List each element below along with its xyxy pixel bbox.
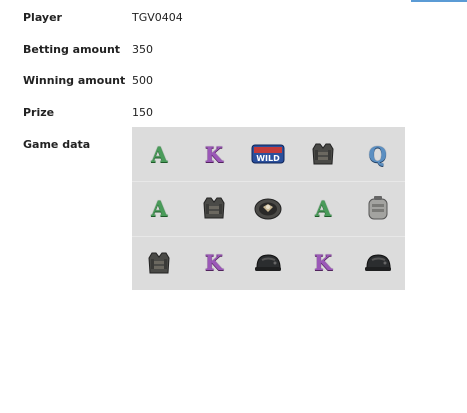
bag-icon: [350, 181, 405, 235]
vest-icon: [132, 236, 187, 290]
svg-text:WILD: WILD: [257, 154, 281, 163]
wild-icon: WILD: [241, 127, 296, 181]
field-label: Prize: [23, 106, 55, 119]
symbol-q: Q: [350, 127, 405, 181]
field-label: Betting amount: [23, 43, 121, 56]
game-data-grid: A K WILD Q A A K K: [132, 127, 405, 290]
field-label: Player: [23, 11, 62, 24]
symbol-letter: A: [314, 195, 332, 221]
pan-icon: [241, 181, 296, 235]
field-value: 350: [132, 43, 153, 56]
field-label: Game data: [23, 138, 91, 151]
symbol-k: K: [187, 236, 242, 290]
symbol-letter: K: [204, 250, 224, 276]
helmet-icon: [350, 236, 405, 290]
field-value: 150: [132, 106, 153, 119]
symbol-letter: A: [151, 141, 168, 167]
symbol-letter: A: [151, 195, 168, 221]
field-value: TGV0404: [132, 11, 183, 24]
symbol-letter: K: [313, 250, 333, 276]
symbol-a: A: [132, 127, 187, 181]
symbol-k: K: [296, 236, 351, 290]
vest-icon: [187, 181, 242, 235]
symbol-a: A: [296, 181, 351, 235]
symbol-a: A: [132, 181, 187, 235]
vest-icon: [296, 127, 351, 181]
field-value: 500: [132, 74, 153, 87]
top-accent-bar: [411, 0, 467, 2]
helmet-icon: [241, 236, 296, 290]
symbol-k: K: [187, 127, 242, 181]
symbol-letter: Q: [368, 141, 387, 167]
field-label: Winning amount: [23, 74, 126, 87]
symbol-letter: K: [204, 141, 224, 167]
